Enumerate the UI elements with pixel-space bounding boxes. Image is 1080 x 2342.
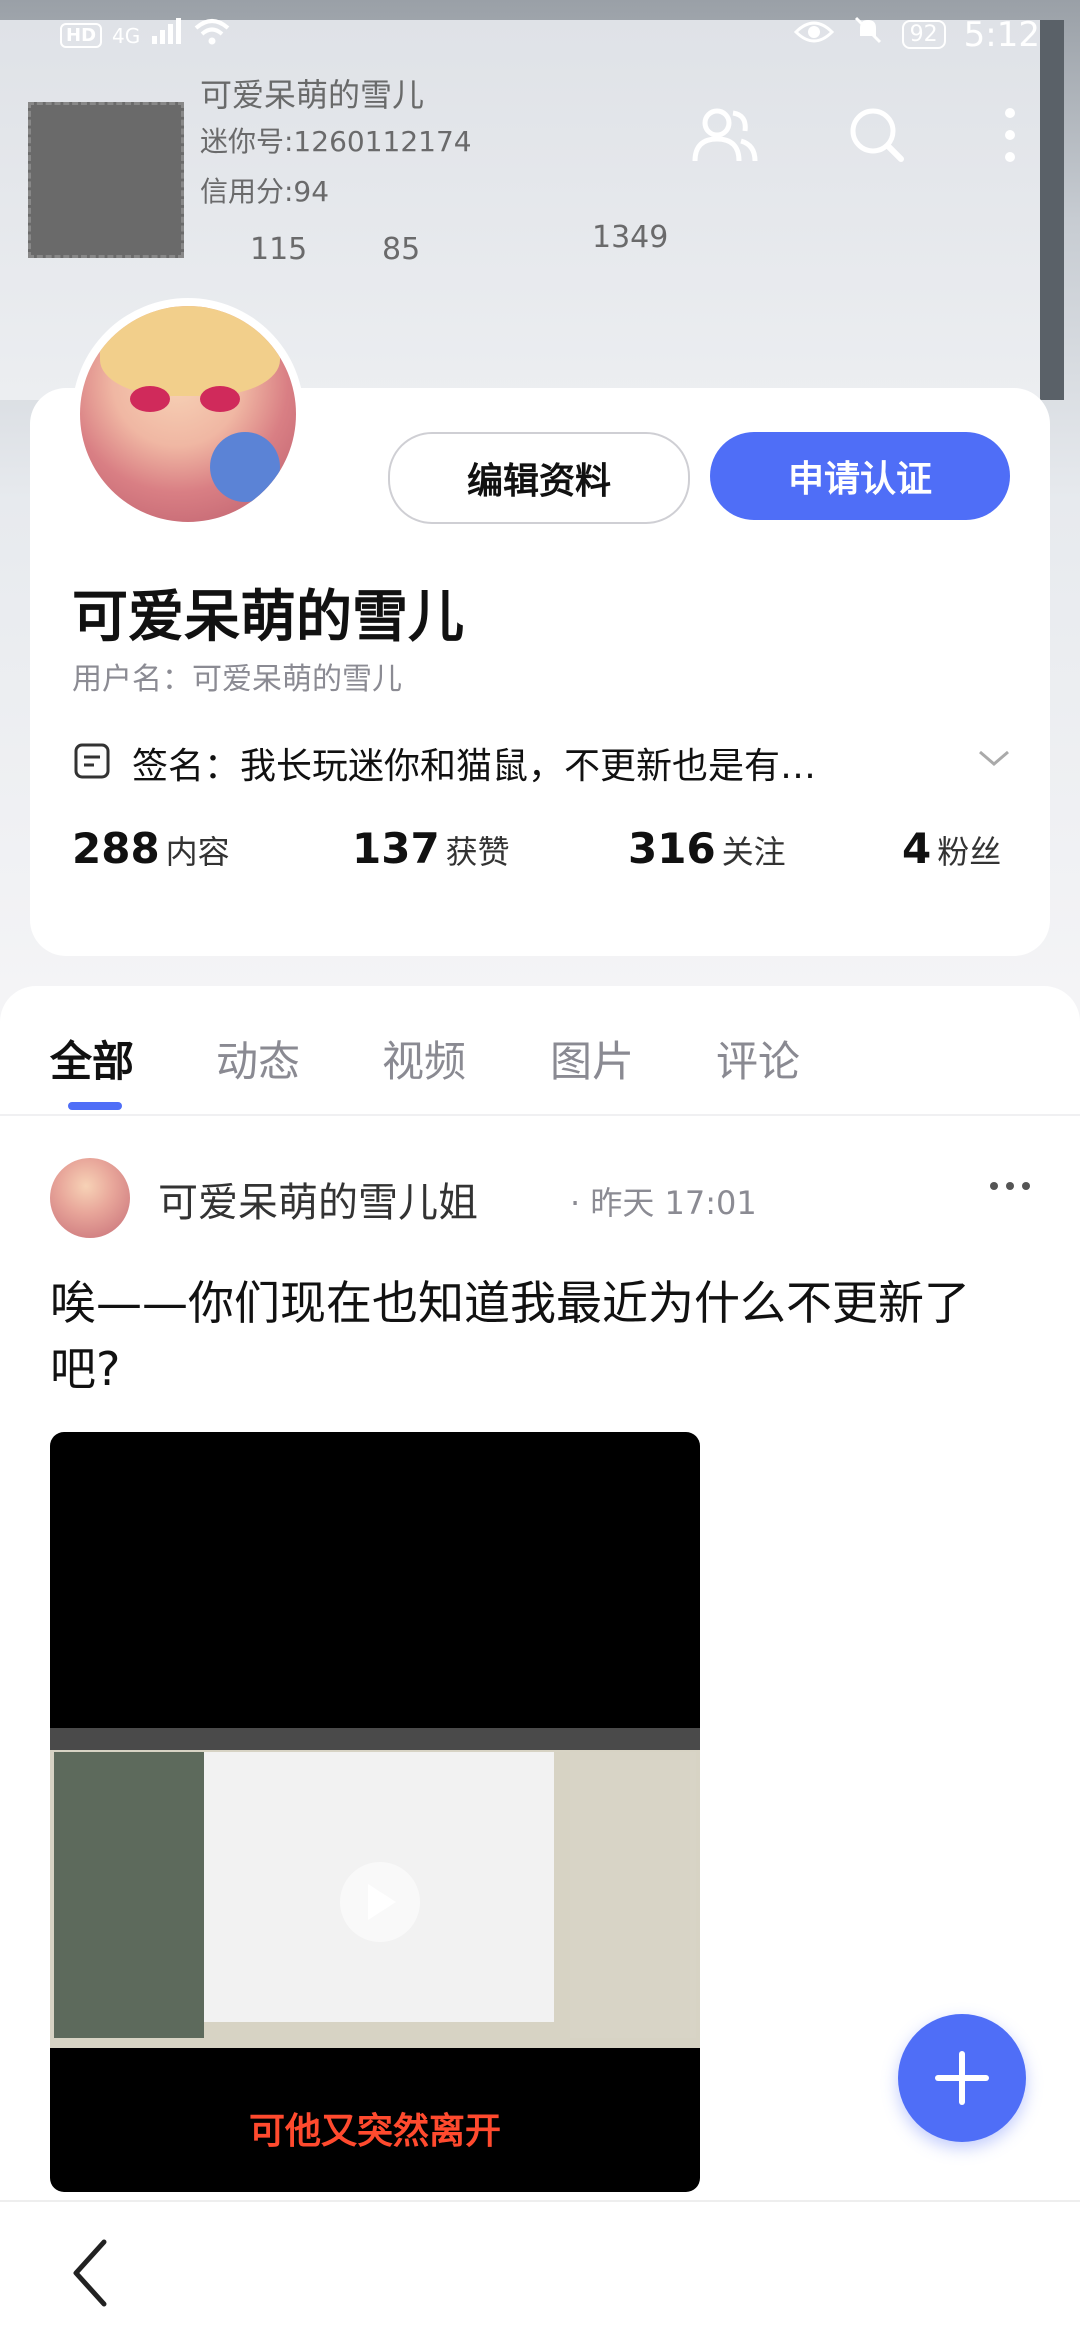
- stat-following[interactable]: 316 关注: [628, 824, 786, 873]
- profile-username: 用户名：可爱呆萌的雪儿: [72, 662, 402, 697]
- active-tab-indicator: [68, 1102, 122, 1110]
- signature-text: 签名：我长玩迷你和猫鼠，不更新也是有…: [132, 746, 817, 787]
- play-icon[interactable]: [340, 1862, 420, 1942]
- network-type: 4G: [112, 23, 141, 48]
- post-header: 可爱呆萌的雪儿姐 · 昨天 17:01: [50, 1158, 1030, 1242]
- avatar-plush: [210, 432, 280, 502]
- photo-stat-c: 1349: [592, 220, 669, 255]
- plus-icon: [935, 2051, 989, 2105]
- content-section: 全部 动态 视频 图片 评论 可爱呆萌的雪儿姐 · 昨天 17:01 唉——你们…: [0, 986, 1080, 2200]
- profile-avatar[interactable]: [72, 298, 304, 530]
- clock: 5:12: [963, 14, 1040, 55]
- photo-avatar: [28, 102, 184, 258]
- stat-number: 137: [352, 824, 440, 873]
- signal-icon: [150, 18, 184, 53]
- profile-stats: 288 内容 137 获赞 316 关注 4 粉丝: [72, 824, 1012, 884]
- eye-icon: [793, 14, 834, 55]
- photo-id: 迷你号:1260112174: [200, 125, 472, 158]
- edit-profile-button[interactable]: 编辑资料: [388, 432, 690, 524]
- stat-number: 316: [628, 824, 716, 873]
- signature-row[interactable]: 签名：我长玩迷你和猫鼠，不更新也是有…: [72, 736, 1012, 790]
- mute-bell-icon: [852, 14, 884, 55]
- more-vertical-icon[interactable]: [980, 100, 1040, 170]
- apply-verification-button[interactable]: 申请认证: [710, 432, 1010, 520]
- post-more-icon[interactable]: [990, 1182, 1030, 1190]
- stat-label: 内容: [165, 833, 230, 871]
- bottom-navigation: [0, 2200, 1080, 2342]
- stat-number: 4: [902, 824, 932, 873]
- friends-icon[interactable]: [690, 100, 760, 170]
- hd-badge: HD: [60, 23, 103, 48]
- back-icon[interactable]: [70, 2238, 130, 2308]
- status-bar: HD 4G 92 5:12: [0, 0, 1080, 76]
- tab-comments[interactable]: 评论: [716, 1028, 800, 1089]
- photo-credit: 信用分:94: [200, 175, 330, 208]
- avatar-eye-right: [200, 386, 240, 412]
- post-text: 唉——你们现在也知道我最近为什么不更新了吧?: [50, 1276, 970, 1396]
- stat-label: 粉丝: [937, 833, 1002, 871]
- post-author[interactable]: 可爱呆萌的雪儿姐: [158, 1170, 478, 1228]
- search-icon[interactable]: [842, 100, 912, 170]
- tab-all[interactable]: 全部: [50, 1028, 134, 1089]
- post-video[interactable]: 可他又突然离开: [50, 1432, 700, 2192]
- tab-images[interactable]: 图片: [550, 1028, 634, 1089]
- tab-posts[interactable]: 动态: [216, 1028, 300, 1089]
- chevron-down-icon[interactable]: [976, 746, 1012, 774]
- photo-name: 可爱呆萌的雪儿: [200, 76, 425, 114]
- post-author-avatar[interactable]: [50, 1158, 130, 1238]
- photo-stat-b: 85: [382, 232, 421, 267]
- battery-indicator: 92: [901, 20, 946, 49]
- stat-number: 288: [72, 824, 160, 873]
- tab-videos[interactable]: 视频: [382, 1028, 466, 1089]
- video-caption: 可他又突然离开: [248, 2111, 501, 2152]
- content-tabs: 全部 动态 视频 图片 评论: [0, 986, 1080, 1116]
- stat-label: 获赞: [445, 833, 510, 871]
- stat-likes[interactable]: 137 获赞: [352, 824, 510, 873]
- stat-followers[interactable]: 4 粉丝: [902, 824, 1001, 873]
- avatar-hair: [100, 306, 280, 396]
- photo-stat-a: 115: [250, 232, 308, 267]
- avatar-eye-left: [130, 386, 170, 412]
- note-icon: [72, 741, 112, 785]
- profile-display-name: 可爱呆萌的雪儿: [72, 585, 464, 650]
- stat-content[interactable]: 288 内容: [72, 824, 230, 873]
- post-time: · 昨天 17:01: [570, 1184, 757, 1222]
- stat-label: 关注: [721, 833, 786, 871]
- create-post-button[interactable]: [898, 2014, 1026, 2142]
- wifi-icon: [194, 18, 230, 53]
